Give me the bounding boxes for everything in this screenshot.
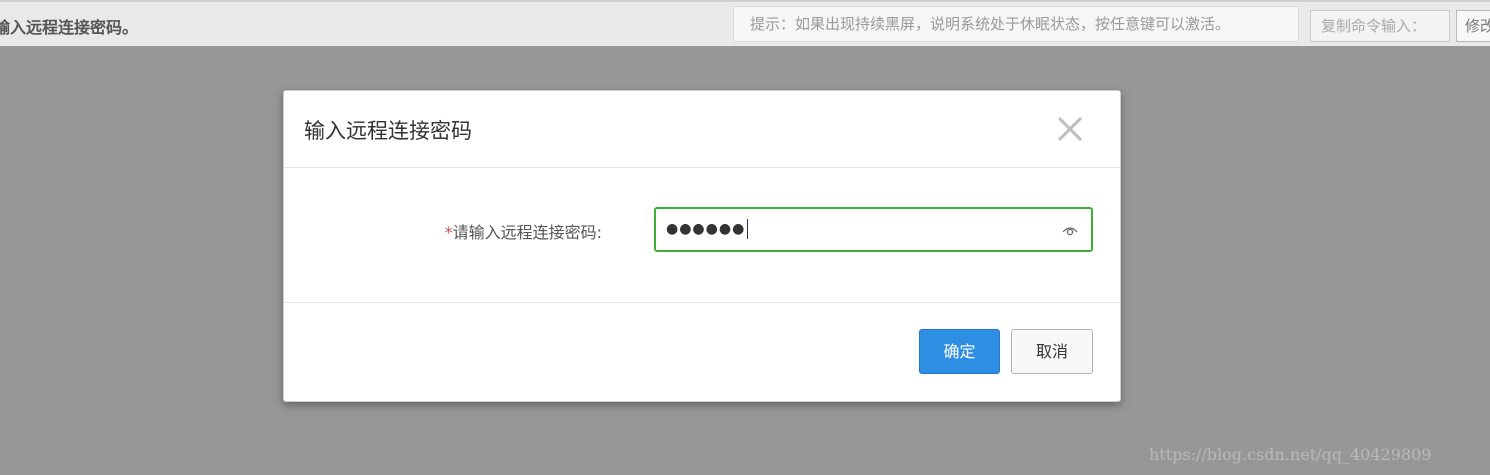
modal-overlay: 输入远程连接密码 *请输入远程连接密码: ●●●●●● 确定 取消 https:… [0,46,1490,475]
confirm-button[interactable]: 确定 [919,329,1000,374]
text-caret [747,219,749,239]
watermark: https://blog.csdn.net/qq_40429809 [1149,445,1432,464]
close-icon[interactable] [1050,109,1090,149]
password-label: *请输入远程连接密码: [445,219,602,243]
dialog-title: 输入远程连接密码 [304,119,472,143]
password-dialog: 输入远程连接密码 *请输入远程连接密码: ●●●●●● 确定 取消 [283,90,1121,402]
required-mark: * [444,223,453,242]
copy-command-input[interactable]: 复制命令输入： [1310,10,1450,42]
dialog-footer: 确定 取消 [284,303,1120,401]
top-bar: 输入远程连接密码。 提示：如果出现持续黑屏，说明系统处于休眠状态，按任意键可以激… [0,0,1490,46]
dialog-header: 输入远程连接密码 [284,91,1120,168]
password-value: ●●●●●● [666,219,749,239]
cancel-button[interactable]: 取消 [1011,329,1093,374]
hint-message: 提示：如果出现持续黑屏，说明系统处于休眠状态，按任意键可以激活。 [733,6,1299,42]
top-bar-title: 输入远程连接密码。 [0,18,139,37]
password-input[interactable]: ●●●●●● [654,207,1093,252]
eye-icon[interactable] [1062,223,1078,237]
modify-button[interactable]: 修改 [1456,10,1490,42]
password-label-text: 请输入远程连接密码: [452,223,602,242]
password-masked-text: ●●●●●● [666,221,746,237]
dialog-body: *请输入远程连接密码: ●●●●●● [284,168,1120,303]
